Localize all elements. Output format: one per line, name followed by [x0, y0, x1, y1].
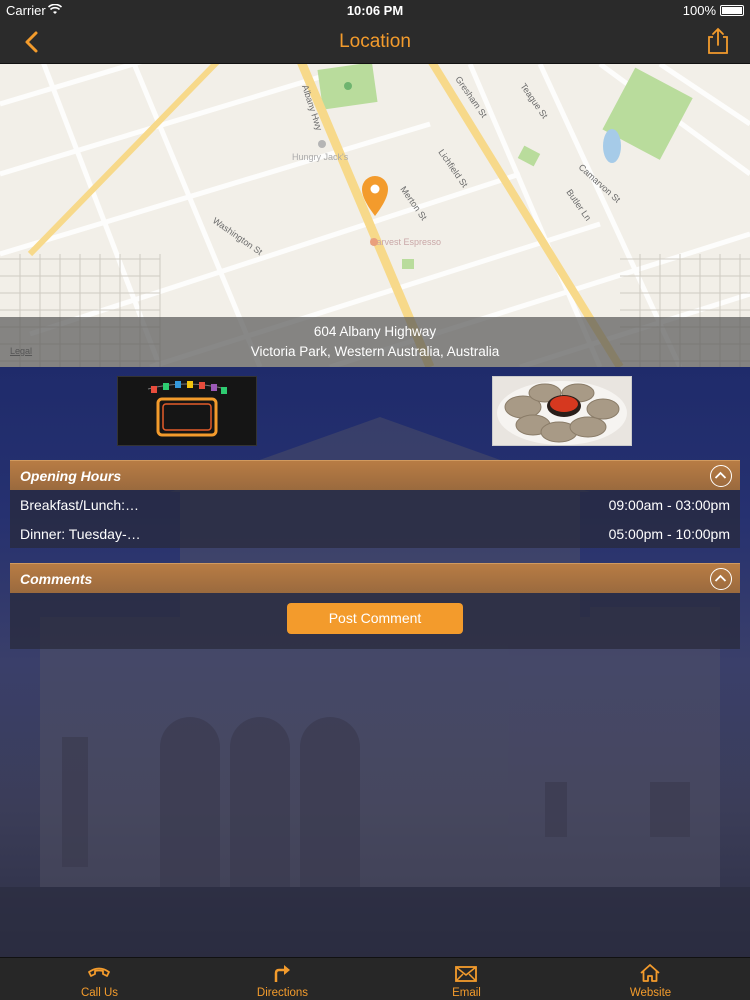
hours-time: 05:00pm - 10:00pm — [608, 526, 730, 542]
home-icon — [640, 964, 660, 982]
battery-percent: 100% — [682, 3, 716, 18]
tab-label: Call Us — [80, 987, 119, 999]
bottom-tab-bar: Call Us Directions Email Website — [0, 957, 750, 1000]
tab-email[interactable]: Email — [373, 958, 560, 1000]
hours-label: Breakfast/Lunch:… — [20, 497, 140, 513]
phone-icon — [88, 967, 110, 977]
background-image — [0, 367, 750, 957]
email-icon — [455, 966, 477, 982]
restaurant-logo-thumbnail[interactable] — [117, 376, 257, 446]
hours-time: 09:00am - 03:00pm — [608, 497, 730, 513]
legal-link[interactable]: Legal — [10, 346, 32, 356]
address-overlay: 604 Albany Highway Victoria Park, Wester… — [0, 317, 750, 367]
share-button[interactable] — [704, 26, 732, 56]
clock: 10:06 PM — [346, 3, 404, 18]
tab-directions[interactable]: Directions — [189, 958, 376, 1000]
tab-website[interactable]: Website — [557, 958, 744, 1000]
directions-icon — [274, 965, 290, 982]
page-title: Location — [339, 31, 411, 52]
opening-hours-header[interactable]: Opening Hours — [10, 460, 740, 490]
street-label: Butler Ln — [564, 187, 593, 222]
share-icon — [708, 27, 728, 54]
post-comment-button[interactable]: Post Comment — [287, 603, 463, 634]
tab-label: Website — [629, 987, 672, 999]
map-view[interactable]: Albany Hwy Gresham St Teague St Lichfiel… — [0, 64, 750, 367]
tab-call-us[interactable]: Call Us — [6, 958, 193, 1000]
tab-label: Email — [452, 987, 481, 999]
food-photo-thumbnail[interactable] — [492, 376, 632, 446]
comments-title: Comments — [20, 571, 93, 587]
street-label: Lichfield St — [436, 147, 470, 189]
poi-label: Hungry Jack's — [292, 152, 349, 162]
flag-garland — [147, 381, 227, 394]
opening-hours-title: Opening Hours — [20, 468, 122, 484]
tab-label: Directions — [256, 987, 309, 999]
hours-row: Dinner: Tuesday-… 05:00pm - 10:00pm — [10, 519, 740, 548]
street-label: Washington St — [211, 215, 265, 257]
status-bar: Carrier 10:06 PM 100% — [0, 0, 750, 20]
collapse-icon[interactable] — [710, 465, 732, 487]
street-label: Teague St — [518, 81, 550, 120]
nav-bar: Location — [0, 20, 750, 64]
hours-row: Breakfast/Lunch:… 09:00am - 03:00pm — [10, 490, 740, 519]
poi-label: Harvest Espresso — [370, 237, 441, 247]
address-line-2: Victoria Park, Western Australia, Austra… — [250, 344, 500, 359]
address-line-1: 604 Albany Highway — [313, 324, 437, 339]
comments-header[interactable]: Comments — [10, 563, 740, 593]
collapse-icon[interactable] — [710, 568, 732, 590]
hours-label: Dinner: Tuesday-… — [20, 526, 141, 542]
opening-hours-body: Breakfast/Lunch:… 09:00am - 03:00pm Dinn… — [10, 490, 740, 548]
battery-icon — [720, 5, 744, 16]
